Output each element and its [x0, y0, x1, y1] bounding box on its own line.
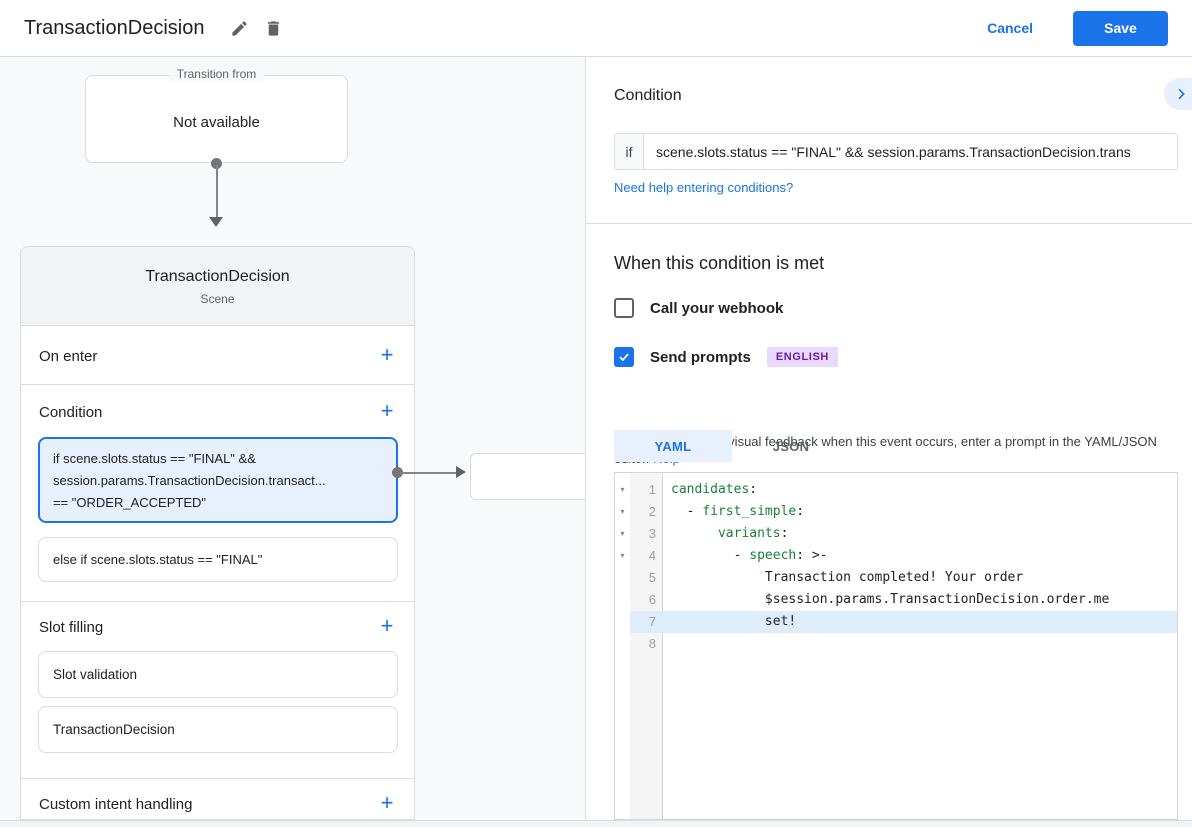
condition-card-selected[interactable]: if scene.slots.status == "FINAL" && sess…	[38, 437, 398, 523]
divider	[586, 223, 1192, 224]
fold-toggle-icon	[615, 589, 630, 611]
scene-name: TransactionDecision	[21, 268, 414, 286]
connector-line	[216, 165, 218, 218]
divider	[21, 384, 414, 385]
send-prompts-row[interactable]: Send prompts ENGLISH	[614, 347, 838, 367]
condition-detail-panel: Condition if Need help entering conditio…	[585, 57, 1192, 820]
delete-scene-button[interactable]	[256, 11, 290, 45]
fold-toggle-icon	[615, 567, 630, 589]
code-line[interactable]	[662, 633, 1177, 655]
editor-line[interactable]: 5 Transaction completed! Your order	[615, 567, 1177, 589]
transition-from-label: Transition from	[169, 67, 265, 81]
divider	[21, 778, 414, 779]
condition-expression-row: if	[614, 133, 1178, 170]
fold-toggle-icon	[615, 611, 630, 633]
line-number: 3	[630, 523, 662, 545]
editor-line[interactable]: ▾2 - first_simple:	[615, 501, 1177, 523]
yaml-editor-rows: ▾1candidates:▾2 - first_simple:▾3 varian…	[615, 479, 1177, 655]
page-title: TransactionDecision	[24, 17, 204, 40]
topbar: TransactionDecision Cancel Save	[0, 0, 1192, 57]
editor-line[interactable]: 6 $session.params.TransactionDecision.or…	[615, 589, 1177, 611]
save-button[interactable]: Save	[1073, 11, 1168, 46]
condition-section-label: Condition	[39, 404, 102, 421]
fold-toggle-icon[interactable]: ▾	[615, 545, 630, 567]
editor-line[interactable]: ▾3 variants:	[615, 523, 1177, 545]
code-line[interactable]: candidates:	[662, 479, 1177, 501]
tab-yaml[interactable]: YAML	[614, 430, 732, 462]
call-webhook-row[interactable]: Call your webhook	[614, 298, 783, 318]
line-number: 1	[630, 479, 662, 501]
slot-card[interactable]: TransactionDecision	[38, 706, 398, 753]
connector-line	[400, 472, 458, 474]
slot-filling-section-label: Slot filling	[39, 619, 103, 636]
collapse-panel-button[interactable]	[1164, 78, 1192, 110]
line-number: 5	[630, 567, 662, 589]
transition-from-box: Transition from Not available	[85, 75, 348, 163]
code-line[interactable]: set!	[662, 611, 1177, 633]
panel-heading: Condition	[614, 87, 682, 105]
editor-line[interactable]: 8	[615, 633, 1177, 655]
prompts-checkbox[interactable]	[614, 347, 634, 367]
code-line[interactable]: - first_simple:	[662, 501, 1177, 523]
arrow-down-icon	[209, 217, 223, 227]
scene-header: TransactionDecision Scene	[21, 247, 414, 326]
editor-line[interactable]: ▾1candidates:	[615, 479, 1177, 501]
tab-json[interactable]: JSON	[732, 430, 850, 462]
custom-intent-section-label: Custom intent handling	[39, 796, 192, 813]
line-number: 8	[630, 633, 662, 655]
add-custom-intent-button[interactable]: +	[374, 790, 400, 816]
divider	[21, 601, 414, 602]
cancel-button[interactable]: Cancel	[969, 12, 1051, 44]
pencil-icon	[230, 19, 249, 38]
line-number: 7	[630, 611, 662, 633]
line-number: 2	[630, 501, 662, 523]
scene-editor-page: TransactionDecision Cancel Save Transiti…	[0, 0, 1192, 827]
transition-to-panel: Transition to TransactionDecision Scene …	[20, 246, 415, 820]
code-line[interactable]: variants:	[662, 523, 1177, 545]
add-condition-button[interactable]: +	[374, 398, 400, 424]
check-icon	[617, 350, 631, 364]
fold-toggle-icon[interactable]: ▾	[615, 479, 630, 501]
trash-icon	[264, 19, 283, 38]
conditions-help-link[interactable]: Need help entering conditions?	[614, 180, 793, 195]
code-line[interactable]: $session.params.TransactionDecision.orde…	[662, 589, 1177, 611]
editor-line[interactable]: 7 set!	[615, 611, 1177, 633]
scene-diagram: Transition from Not available Transition…	[0, 57, 585, 820]
condition-expression-input[interactable]	[644, 134, 1177, 169]
scene-type-label: Scene	[21, 292, 414, 306]
chevron-right-icon	[1173, 86, 1189, 102]
if-prefix-label: if	[615, 134, 644, 169]
add-on-enter-button[interactable]: +	[374, 342, 400, 368]
fold-toggle-icon[interactable]: ▾	[615, 523, 630, 545]
editor-line[interactable]: ▾4 - speech: >-	[615, 545, 1177, 567]
slot-card[interactable]: Slot validation	[38, 651, 398, 698]
code-line[interactable]: - speech: >-	[662, 545, 1177, 567]
condition-card[interactable]: else if scene.slots.status == "FINAL"	[38, 537, 398, 582]
on-enter-section-label: On enter	[39, 348, 97, 365]
language-badge: ENGLISH	[767, 347, 838, 367]
arrow-right-icon	[456, 466, 466, 478]
add-slot-button[interactable]: +	[374, 613, 400, 639]
bottom-scroll-strip	[0, 820, 1192, 827]
fold-toggle-icon	[615, 633, 630, 655]
line-number: 6	[630, 589, 662, 611]
transition-from-content: Not available	[86, 114, 347, 131]
line-number: 4	[630, 545, 662, 567]
webhook-checkbox[interactable]	[614, 298, 634, 318]
yaml-editor[interactable]: ▾1candidates:▾2 - first_simple:▾3 varian…	[614, 472, 1178, 820]
edit-title-button[interactable]	[222, 11, 256, 45]
when-condition-heading: When this condition is met	[614, 253, 824, 274]
code-line[interactable]: Transaction completed! Your order	[662, 567, 1177, 589]
webhook-label: Call your webhook	[650, 300, 783, 317]
prompts-label: Send prompts	[650, 349, 751, 366]
fold-toggle-icon[interactable]: ▾	[615, 501, 630, 523]
